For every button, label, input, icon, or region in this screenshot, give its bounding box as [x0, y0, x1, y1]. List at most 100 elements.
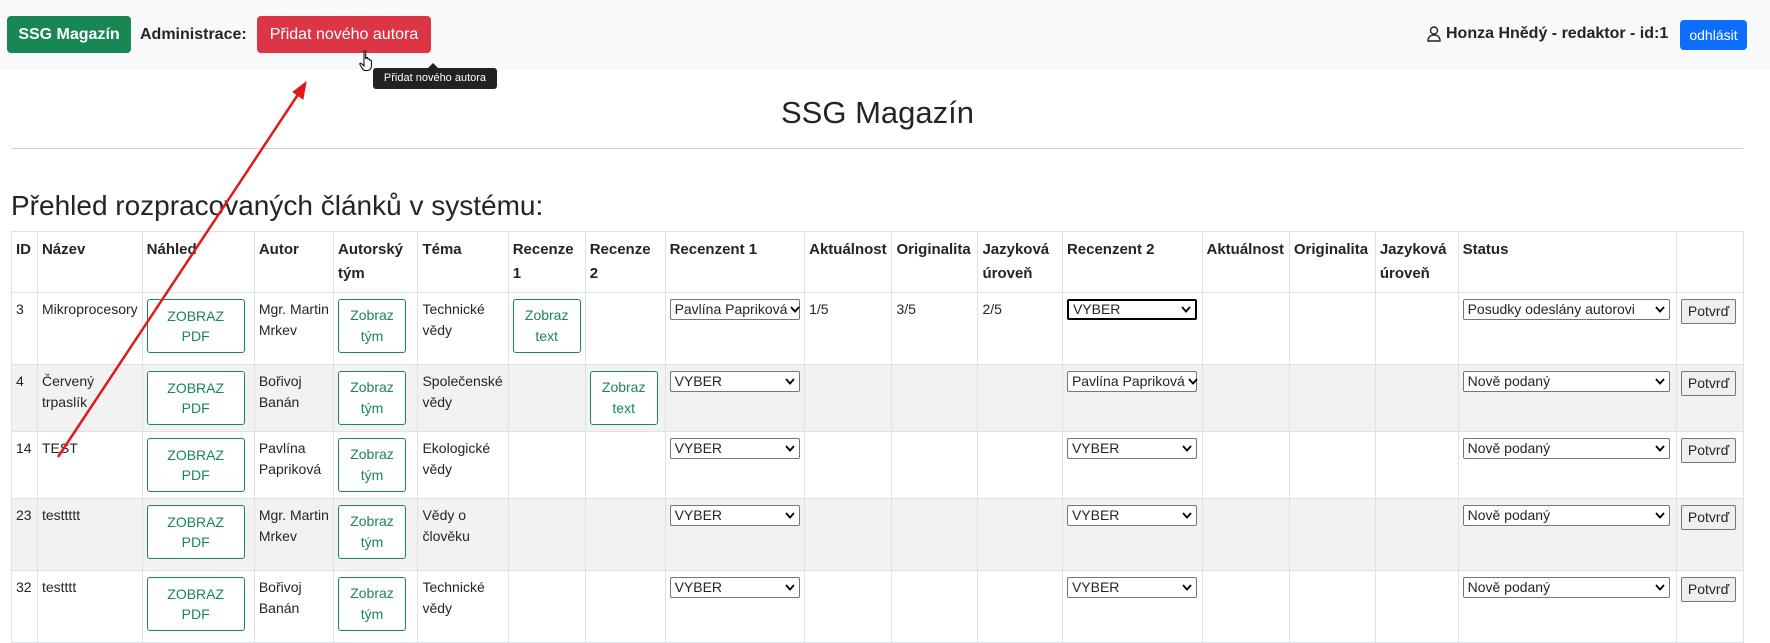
cell-nazev: testtttt — [36, 498, 143, 571]
recenzent1-select-value: VYBER — [674, 373, 723, 389]
cell-aktualnost2 — [1201, 431, 1290, 499]
show-pdf-button[interactable]: ZOBRAZ PDF — [146, 299, 245, 353]
table-row: 4 Červený trpaslík ZOBRAZ PDF Bořivoj Banán… — [11, 364, 1745, 432]
cell-aktualnost1 — [804, 570, 893, 643]
recenzent2-select-value: Pavlína Papriková — [1071, 373, 1185, 389]
table-row: 3 Mikroprocesory ZOBRAZ PDF Mgr. Martin Mrk… — [11, 292, 1745, 365]
logout-button[interactable]: odhlásit — [1680, 20, 1747, 50]
header-recenzent1: Recenzent 1 — [664, 231, 806, 293]
header-originalita2: Originalita — [1288, 231, 1376, 293]
cell-status: Nově podaný — [1457, 570, 1677, 643]
cell-originalita1 — [891, 570, 979, 643]
cell-recenzent2: Pavlína Papriková — [1061, 364, 1203, 432]
cell-id: 32 — [11, 570, 38, 643]
cell-jazykova1: 2/5 — [977, 292, 1063, 365]
cell-nazev: Červený trpaslík — [36, 364, 143, 432]
cell-autor: Mgr. Martin Mrkev — [253, 498, 335, 571]
status-select[interactable]: Posudky odeslány autorovi — [1462, 299, 1670, 320]
add-author-button[interactable]: Přidat nového autora — [257, 16, 431, 53]
cell-nazev: testttt — [36, 570, 143, 643]
chevron-down-icon — [790, 306, 801, 313]
user-info-text: Honza Hnědý - redaktor - id:1 — [1446, 25, 1669, 42]
show-pdf-button[interactable]: ZOBRAZ PDF — [146, 577, 245, 631]
recenzent1-select-value: VYBER — [674, 440, 723, 456]
table-row: 14 TEST ZOBRAZ PDF Pavlína Papriková Zobraz … — [11, 431, 1745, 499]
chevron-down-icon — [784, 584, 795, 591]
brand-button[interactable]: SSG Magazín — [7, 16, 131, 53]
chevron-down-icon — [1188, 378, 1198, 385]
cell-recenzent1: Pavlína Papriková — [664, 292, 806, 365]
cell-autorsky-tym: Zobraz tým — [332, 364, 419, 432]
cell-status: Nově podaný — [1457, 364, 1677, 432]
recenzent2-select[interactable]: VYBER — [1066, 299, 1197, 320]
confirm-button[interactable]: Potvrď — [1680, 505, 1737, 530]
cell-jazykova1 — [977, 498, 1063, 571]
cell-aktualnost1 — [804, 364, 893, 432]
cell-aktualnost2 — [1201, 292, 1290, 365]
cell-recenze2 — [584, 431, 666, 499]
show-text-button[interactable]: Zobraz text — [589, 371, 658, 425]
cell-originalita2 — [1288, 364, 1376, 432]
cell-jazykova2 — [1374, 498, 1459, 571]
header-nahled: Náhled — [141, 231, 255, 293]
confirm-button[interactable]: Potvrď — [1680, 299, 1737, 324]
cell-autor: Mgr. Martin Mrkev — [253, 292, 335, 365]
cell-status: Nově podaný — [1457, 431, 1677, 499]
chevron-down-icon — [1654, 445, 1665, 452]
confirm-button[interactable]: Potvrď — [1680, 577, 1737, 602]
show-team-button[interactable]: Zobraz tým — [338, 505, 406, 559]
recenzent1-select[interactable]: VYBER — [669, 505, 800, 526]
cell-recenze1 — [507, 570, 586, 643]
section-title: Přehled rozpracovaných článků v systému: — [11, 190, 544, 221]
show-team-button[interactable]: Zobraz tým — [338, 299, 406, 353]
status-select[interactable]: Nově podaný — [1462, 438, 1670, 459]
header-jazykova2: Jazyková úroveň — [1374, 231, 1459, 293]
recenzent1-select[interactable]: VYBER — [669, 371, 800, 392]
show-team-button[interactable]: Zobraz tým — [338, 577, 406, 631]
cell-autorsky-tym: Zobraz tým — [332, 570, 419, 643]
cell-jazykova2 — [1374, 292, 1459, 365]
status-select-value: Nově podaný — [1467, 373, 1551, 389]
chevron-down-icon — [1654, 378, 1665, 385]
show-pdf-button[interactable]: ZOBRAZ PDF — [146, 505, 245, 559]
user-info: Honza Hnědý - redaktor - id:1 — [1427, 25, 1668, 43]
cell-originalita1: 3/5 — [891, 292, 979, 365]
chevron-down-icon — [1182, 584, 1192, 591]
recenzent1-select[interactable]: Pavlína Papriková — [669, 299, 801, 320]
cell-autorsky-tym: Zobraz tým — [332, 292, 419, 365]
status-select[interactable]: Nově podaný — [1462, 505, 1670, 526]
articles-table: ID Název Náhled Autor Autorský tým Téma … — [11, 231, 1745, 643]
confirm-button[interactable]: Potvrď — [1680, 438, 1737, 463]
cell-nahled: ZOBRAZ PDF — [141, 364, 255, 432]
cell-recenzent1: VYBER — [664, 431, 806, 499]
show-team-button[interactable]: Zobraz tým — [338, 371, 406, 425]
cell-autorsky-tym: Zobraz tým — [332, 431, 419, 499]
divider — [11, 148, 1743, 149]
show-pdf-button[interactable]: ZOBRAZ PDF — [146, 371, 245, 425]
header-status: Status — [1457, 231, 1677, 293]
cell-id: 3 — [11, 292, 38, 365]
recenzent1-select-value: Pavlína Papriková — [674, 301, 788, 317]
cell-recenze1 — [507, 364, 586, 432]
recenzent2-select[interactable]: Pavlína Papriková — [1066, 371, 1198, 392]
show-team-button[interactable]: Zobraz tým — [338, 438, 406, 492]
status-select-value: Nově podaný — [1467, 507, 1551, 523]
cell-recenzent2: VYBER — [1061, 292, 1203, 365]
cell-aktualnost1 — [804, 431, 893, 499]
chevron-down-icon — [1182, 512, 1192, 519]
confirm-button[interactable]: Potvrď — [1680, 371, 1737, 396]
status-select[interactable]: Nově podaný — [1462, 371, 1670, 392]
cell-originalita2 — [1288, 570, 1376, 643]
cell-recenze1: Zobraz text — [507, 292, 586, 365]
recenzent2-select[interactable]: VYBER — [1066, 438, 1197, 459]
cell-aktualnost1 — [804, 498, 893, 571]
recenzent1-select[interactable]: VYBER — [669, 438, 800, 459]
recenzent2-select[interactable]: VYBER — [1066, 505, 1197, 526]
header-autorsky-tym: Autorský tým — [332, 231, 419, 293]
cell-status: Nově podaný — [1457, 498, 1677, 571]
table-row: 23 testtttt ZOBRAZ PDF Mgr. Martin Mrkev Zob… — [11, 498, 1745, 571]
header-tema: Téma — [417, 231, 509, 293]
show-pdf-button[interactable]: ZOBRAZ PDF — [146, 438, 245, 492]
show-text-button[interactable]: Zobraz text — [512, 299, 581, 353]
cell-nahled: ZOBRAZ PDF — [141, 292, 255, 365]
